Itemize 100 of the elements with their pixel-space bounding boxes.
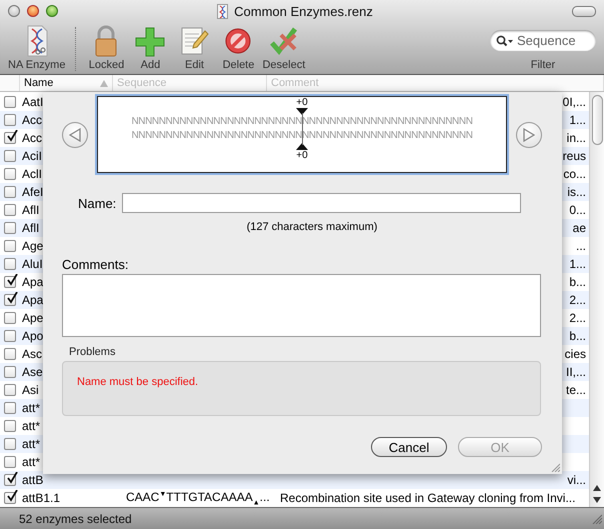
enzyme-name: Age [22, 239, 44, 253]
comment-text: 2... [569, 311, 586, 325]
enzyme-name: att* [22, 437, 40, 451]
checkbox[interactable] [4, 312, 16, 324]
close-button[interactable] [27, 5, 39, 17]
comment-text: b... [569, 275, 586, 289]
checkbox[interactable] [4, 348, 16, 360]
checkbox[interactable] [4, 168, 16, 180]
enzyme-name: att* [22, 455, 40, 469]
scrollbar[interactable] [589, 92, 604, 507]
zoom-button[interactable] [46, 5, 58, 17]
left-triangle-icon [68, 128, 81, 142]
resize-grip-icon[interactable] [592, 514, 602, 524]
filter-label: Filter [530, 59, 556, 71]
comment-text: 0I,... [562, 95, 586, 109]
add-button[interactable]: Add [128, 25, 172, 71]
enzyme-name: Asc [22, 347, 42, 361]
next-button[interactable] [516, 122, 542, 148]
enzyme-name: attB1.1 [22, 491, 60, 505]
window-title: Common Enzymes.renz [234, 4, 373, 18]
checkbox[interactable] [4, 294, 16, 306]
name-label: Name: [78, 196, 116, 210]
comment-text: cies [564, 347, 586, 361]
comment-text: Recombination site used in Gateway cloning from Invi... [280, 491, 576, 505]
document-icon [217, 4, 228, 18]
enzyme-name: AluI [22, 257, 43, 271]
checkbox[interactable] [4, 276, 16, 288]
enzyme-name: AciI [22, 149, 42, 163]
search-field[interactable]: Sequence [490, 30, 596, 51]
check-cross-icon [268, 25, 299, 57]
checkbox[interactable] [4, 456, 16, 468]
checkbox[interactable] [4, 132, 16, 144]
comment-text: in... [566, 131, 586, 145]
checkbox[interactable] [4, 96, 16, 108]
checkbox[interactable] [4, 402, 16, 414]
checkbox[interactable] [4, 420, 16, 432]
checkbox[interactable] [4, 330, 16, 342]
window-button[interactable] [8, 5, 20, 17]
checkbox[interactable] [4, 474, 16, 486]
checkbox[interactable] [4, 186, 16, 198]
scroll-thumb[interactable] [592, 95, 602, 145]
lock-button[interactable]: Locked [84, 25, 128, 71]
comment-text: II,... [566, 365, 586, 379]
enzyme-name: attB [22, 473, 44, 487]
checkbox[interactable] [4, 204, 16, 216]
sort-ascending-icon [100, 80, 108, 86]
problems-label: Problems [69, 346, 116, 358]
comments-field[interactable] [62, 274, 541, 337]
comment-text: vi... [567, 473, 586, 487]
notepad-pencil-icon [179, 25, 210, 57]
checkbox[interactable] [4, 150, 16, 162]
comment-text: 1... [569, 257, 586, 271]
checkbox[interactable] [4, 492, 16, 504]
cancel-button[interactable]: Cancel [371, 437, 447, 457]
enzyme-name: Ape [22, 311, 44, 325]
checkbox[interactable] [4, 366, 16, 378]
checkbox[interactable] [4, 222, 16, 234]
plus-icon [135, 25, 166, 57]
delete-button[interactable]: Delete [216, 25, 260, 71]
enzyme-name: AflI [22, 203, 40, 217]
edit-button[interactable]: Edit [172, 25, 216, 71]
offset-label: +0 [296, 150, 308, 161]
scroll-up-icon[interactable] [593, 485, 601, 491]
previous-button[interactable] [62, 122, 88, 148]
enzyme-name: Acc [22, 131, 42, 145]
checkbox[interactable] [4, 384, 16, 396]
comment-text: reus [562, 149, 586, 163]
enzyme-name: Apo [22, 329, 44, 343]
resize-grip-icon[interactable] [551, 463, 560, 472]
sequence-text: CAAC$^{▼}$TTTGTACAAAA$_{▲}$... [126, 490, 270, 504]
offset-label: +0 [296, 97, 308, 108]
column-header[interactable]: Name [20, 75, 100, 91]
enzyme-name: AatI [22, 95, 44, 109]
comment-text: co... [563, 167, 586, 181]
comment-text: b... [569, 329, 586, 343]
enzyme-name: Apa [22, 293, 44, 307]
comment-text: is... [567, 185, 586, 199]
scroll-down-icon[interactable] [593, 497, 601, 503]
deselect-button[interactable]: Deselect [260, 25, 308, 71]
cut-marker-icon [296, 108, 308, 115]
checkbox[interactable] [4, 114, 16, 126]
enzyme-name: Apa [22, 275, 44, 289]
checkbox[interactable] [4, 258, 16, 270]
hint-text: (127 characters maximum) [246, 221, 378, 233]
enzyme-name: Acc [22, 113, 42, 127]
checkbox[interactable] [4, 438, 16, 450]
na-enzyme-button[interactable]: NA Enzyme [6, 25, 68, 71]
checkbox[interactable] [4, 240, 16, 252]
name-field[interactable] [122, 193, 522, 213]
comment-text: 0... [569, 203, 586, 217]
enzyme-name: AflI [22, 221, 40, 235]
comment-text: ... [576, 239, 586, 253]
toolbar-toggle-button[interactable] [572, 6, 596, 16]
enzyme-name: att* [22, 401, 40, 415]
enzyme-name: Asi [22, 383, 39, 397]
enzyme-name: AfeI [22, 185, 44, 199]
comment-text: 1... [569, 113, 586, 127]
comment-text: ae [572, 221, 586, 235]
right-triangle-icon [523, 128, 536, 142]
enzyme-name: Ase [22, 365, 43, 379]
